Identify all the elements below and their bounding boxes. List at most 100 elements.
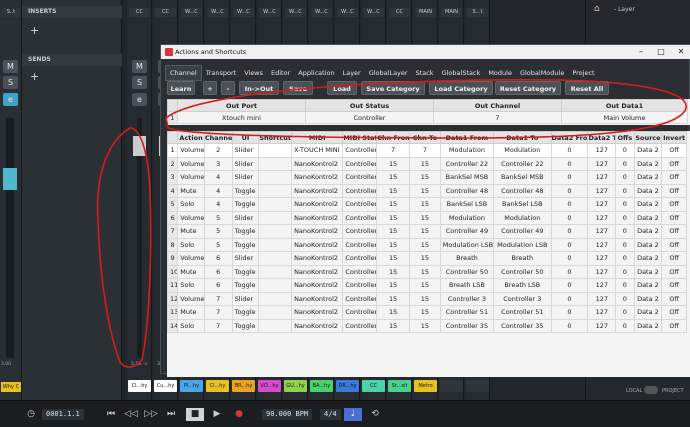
table-row[interactable]: 3 Volume 4 Slider NanoKontrol2 Controller 15 15… [166,170,687,185]
table-row[interactable]: 4 Mute 4 Toggle NanoKontrol2 Controller 15 15 Co… [166,183,687,198]
table-cell[interactable]: 15 [376,183,410,198]
reset-all-button[interactable]: Reset All [565,81,609,95]
table-cell[interactable]: Breath [439,251,495,266]
table-cell[interactable]: Controller [342,291,378,306]
table-cell[interactable] [258,264,293,279]
table-cell[interactable]: 15 [376,318,410,333]
table-cell[interactable] [258,210,293,225]
channel-name[interactable]: W...C [181,8,202,17]
col-out-data1[interactable]: Out Data1 [561,99,688,112]
table-cell[interactable]: Off [661,278,687,293]
table-cell[interactable]: Controller 49 [439,224,495,239]
table-cell[interactable]: BankSel MSB [493,170,552,185]
table-cell[interactable] [258,318,293,333]
table-cell[interactable]: 0 [550,224,589,239]
col-header[interactable]: UI [231,131,260,144]
channel-bottom-name[interactable]: BR...hy [232,380,255,392]
channel-name[interactable]: CC [389,8,410,17]
table-cell[interactable] [258,197,293,212]
table-cell[interactable]: 15 [409,251,441,266]
channel-name[interactable]: MAIN [415,8,436,17]
table-cell[interactable]: Slider [231,291,260,306]
table-row[interactable]: 11 Solo 6 Toggle NanoKontrol2 Controller 15 15 B… [166,278,687,293]
table-cell[interactable]: 127 [587,170,617,185]
table-cell[interactable]: 15 [376,197,410,212]
table-cell[interactable]: Slider [231,251,260,266]
table-cell[interactable]: Breath [493,251,552,266]
table-cell[interactable]: 15 [409,210,441,225]
table-cell[interactable]: 15 [376,237,410,252]
table-cell[interactable]: 127 [587,318,617,333]
save-category-button[interactable]: Save Category [361,81,425,95]
table-cell[interactable]: 127 [587,183,617,198]
table-cell[interactable]: Solo [177,197,205,212]
table-cell[interactable]: Toggle [231,264,260,279]
table-cell[interactable]: 0 [550,237,589,252]
table-cell[interactable]: 127 [587,278,617,293]
in-out-button[interactable]: In->Out [239,81,279,95]
table-cell[interactable]: 7 [409,143,441,158]
table-cell[interactable]: 15 [376,278,410,293]
table-row[interactable]: 6 Volume 5 Slider NanoKontrol2 Controller 15 15… [166,210,687,225]
table-cell[interactable]: 15 [376,305,410,320]
table-cell[interactable]: 15 [409,183,441,198]
col-header[interactable]: Action [177,131,205,144]
record-icon[interactable]: ● [232,408,246,421]
table-cell[interactable]: 0 [550,305,589,320]
table-cell[interactable]: Toggle [231,183,260,198]
table-cell[interactable]: 15 [376,156,410,171]
channel-bottom-name[interactable]: DR...hy [336,380,359,392]
table-cell[interactable]: Off [661,224,687,239]
channel-bottom-name[interactable]: GU...hy [284,380,307,392]
maximize-icon[interactable]: □ [651,45,671,59]
table-cell[interactable]: BankSel LSB [493,197,552,212]
table-cell[interactable]: Data 2 [633,237,663,252]
col-header[interactable]: Data2 From [550,131,589,144]
table-cell[interactable]: 7 [203,305,233,320]
channel-name[interactable]: S...t [467,8,488,17]
table-cell[interactable]: Toggle [231,278,260,293]
table-cell[interactable]: Controller 3 [439,291,495,306]
table-cell[interactable]: Controller 49 [493,224,552,239]
channel-name[interactable]: W...C [311,8,332,17]
table-cell[interactable]: Slider [231,210,260,225]
table-row[interactable]: 2 Volume 3 Slider NanoKontrol2 Controller 15 15… [166,156,687,171]
table-cell[interactable]: Off [661,318,687,333]
table-cell[interactable]: 15 [409,156,441,171]
table-cell[interactable]: Solo [177,318,205,333]
table-row[interactable]: 13 Mute 7 Toggle NanoKontrol2 Controller 15 15 C… [166,305,687,320]
col-header[interactable]: Chn To [409,131,441,144]
col-header[interactable]: MIDI [291,131,344,144]
table-cell[interactable]: 0 [550,251,589,266]
table-cell[interactable]: Controller [342,143,378,158]
table-cell[interactable]: NanoKontrol2 [291,237,344,252]
channel-name[interactable]: CC [129,8,150,17]
table-cell[interactable]: Volume [177,251,205,266]
table-cell[interactable]: 15 [409,237,441,252]
col-header[interactable]: Data1 From [439,131,495,144]
table-cell[interactable]: Controller 51 [493,305,552,320]
table-cell[interactable]: 0 [550,143,589,158]
cell-out-status[interactable]: Controller [305,111,434,124]
table-cell[interactable]: 2 [203,143,233,158]
table-cell[interactable]: 0 [615,264,635,279]
table-cell[interactable]: 15 [409,264,441,279]
table-cell[interactable]: Volume [177,170,205,185]
table-cell[interactable]: Off [661,156,687,171]
table-cell[interactable]: 0 [550,264,589,279]
table-cell[interactable]: 5 [203,237,233,252]
col-header[interactable]: Data1 To [493,131,552,144]
table-cell[interactable]: Controller [342,278,378,293]
table-cell[interactable]: Off [661,264,687,279]
go-start-icon[interactable]: ⏮ [104,408,118,421]
table-cell[interactable]: BankSel LSB [439,197,495,212]
table-cell[interactable]: 0 [615,197,635,212]
table-cell[interactable]: 0 [550,183,589,198]
clock-icon[interactable]: ◷ [24,408,38,421]
table-cell[interactable]: 7 [203,318,233,333]
col-out-status[interactable]: Out Status [305,99,434,112]
table-cell[interactable] [258,156,293,171]
table-cell[interactable]: X-TOUCH MINI [291,143,344,158]
tab-project[interactable]: Project [568,66,598,80]
table-row[interactable]: 14 Solo 7 Toggle NanoKontrol2 Controller 15 15 C… [166,318,687,333]
